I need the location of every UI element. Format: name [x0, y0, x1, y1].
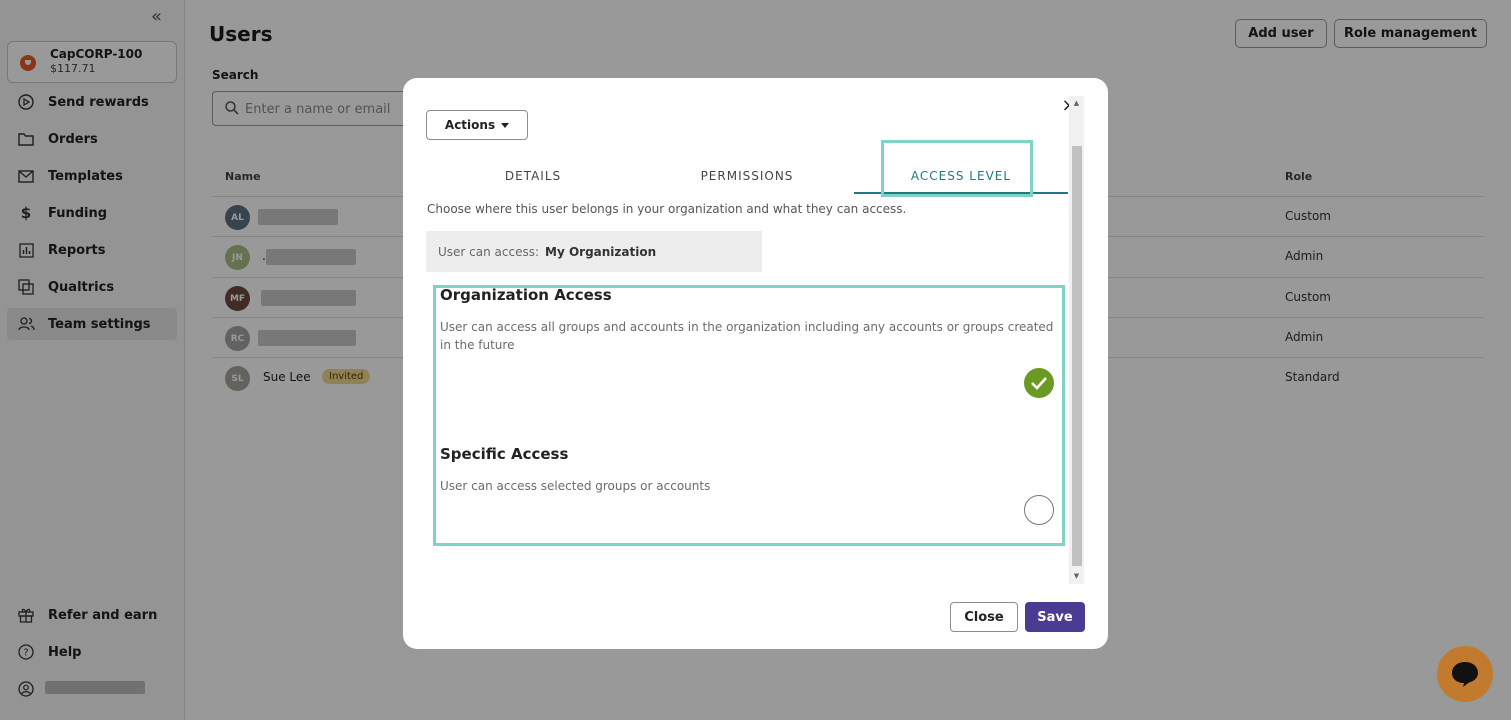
- specific-access-title: Specific Access: [440, 445, 569, 463]
- chat-bubble-icon: [1452, 662, 1478, 687]
- tab-permissions[interactable]: PERMISSIONS: [677, 160, 817, 192]
- modal-scrollbar[interactable]: ▲ ▼: [1069, 96, 1084, 584]
- actions-dropdown-button[interactable]: Actions: [426, 110, 528, 140]
- specific-access-description: User can access selected groups or accou…: [440, 479, 711, 493]
- tab-details[interactable]: DETAILS: [463, 160, 603, 192]
- edit-user-modal: Actions × DETAILS PERMISSIONS ACCESS LEV…: [403, 78, 1108, 649]
- organization-access-radio-selected[interactable]: [1024, 368, 1054, 398]
- checkmark-icon: [1031, 377, 1047, 390]
- close-button[interactable]: Close: [950, 602, 1018, 632]
- organization-access-description: User can access all groups and accounts …: [440, 320, 1054, 352]
- access-summary-label: User can access:: [438, 244, 540, 259]
- tab-highlight-outline: [881, 140, 1033, 197]
- organization-access-title: Organization Access: [440, 286, 612, 304]
- access-summary-value: My Organization: [545, 244, 657, 259]
- caret-down-icon: [501, 122, 510, 128]
- scroll-down-arrow-icon[interactable]: ▼: [1072, 572, 1081, 581]
- specific-access-radio[interactable]: [1024, 495, 1054, 525]
- actions-label: Actions: [444, 118, 496, 132]
- scroll-up-arrow-icon[interactable]: ▲: [1072, 99, 1081, 108]
- access-summary: User can access: My Organization: [426, 231, 762, 272]
- chat-launcher-button[interactable]: [1437, 646, 1493, 702]
- save-button[interactable]: Save: [1025, 602, 1085, 632]
- access-description: Choose where this user belongs in your o…: [427, 202, 907, 216]
- scrollbar-thumb[interactable]: [1072, 146, 1082, 566]
